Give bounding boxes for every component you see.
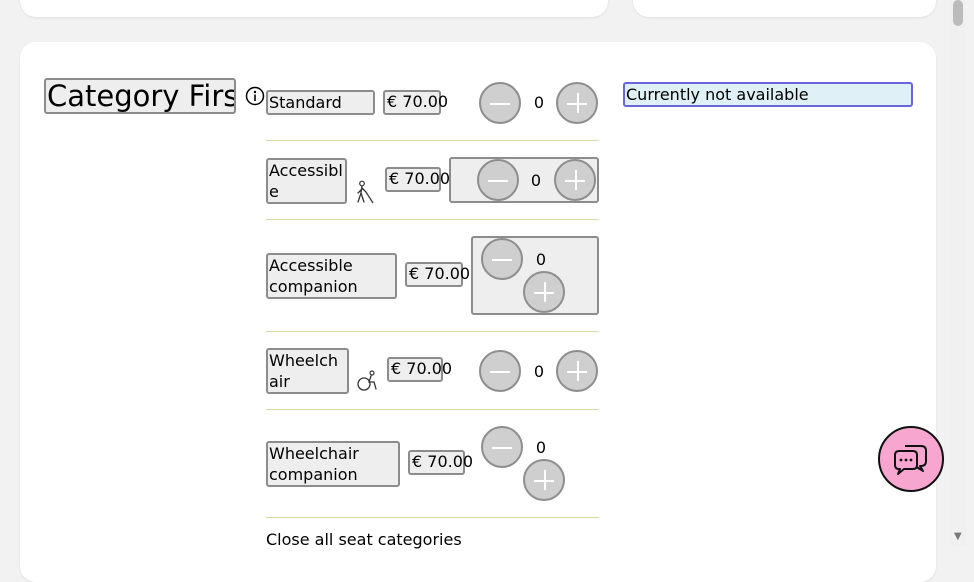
decrease-accessible-button[interactable] [477,159,519,201]
seat-price-standard: € 70.00 [383,90,448,115]
seat-price-accessible-companion: € 70.00 [405,262,470,287]
page-scrollbar[interactable]: ▼ [950,0,966,546]
seat-price-accessible: € 70.00 [385,167,450,192]
quantity-wheelchair: 0 [533,362,545,381]
row-divider [266,331,599,332]
increase-accessible-button[interactable] [554,159,596,201]
decrease-wheelchair-companion-button[interactable] [481,426,523,468]
chat-bubbles-icon [894,445,927,475]
decrease-accessible-companion-button[interactable] [481,238,523,280]
info-circle-icon[interactable] [245,86,265,106]
row-divider [266,219,599,220]
previous-category-card [20,0,608,17]
increase-wheelchair-button[interactable] [556,350,598,392]
availability-status: Currently not available [623,82,913,107]
quantity-standard: 0 [533,93,545,112]
decrease-standard-button[interactable] [479,82,521,124]
increase-wheelchair-companion-button[interactable] [523,459,565,501]
seat-price-wheelchair-companion: € 70.00 [408,450,473,475]
row-divider [266,517,599,518]
decrease-wheelchair-button[interactable] [479,350,521,392]
increase-standard-button[interactable] [556,82,598,124]
category-title: Category First [44,78,236,114]
quantity-accessible: 0 [530,171,542,190]
scroll-down-icon[interactable]: ▼ [954,531,962,542]
seat-label-wheelchair-companion: Wheelchair companion [266,441,400,487]
seat-price-wheelchair: € 70.00 [387,357,452,382]
quantity-wheelchair-companion: 0 [535,438,547,457]
row-divider [266,409,599,410]
previous-availability-card [633,0,936,17]
seat-label-accessible: Accessible [266,158,347,204]
chat-button[interactable] [878,426,944,492]
scrollbar-thumb[interactable] [953,0,963,26]
blind-person-with-cane-icon [357,180,374,204]
seat-label-wheelchair: Wheelchair [266,348,349,394]
seat-label-standard: Standard [266,90,375,115]
increase-accessible-companion-button[interactable] [523,271,565,313]
seat-label-accessible-companion: Accessible companion [266,253,397,299]
wheelchair-icon [357,370,377,391]
row-divider [266,140,599,141]
quantity-accessible-companion: 0 [535,250,547,269]
close-all-categories-link[interactable]: Close all seat categories [266,530,462,549]
